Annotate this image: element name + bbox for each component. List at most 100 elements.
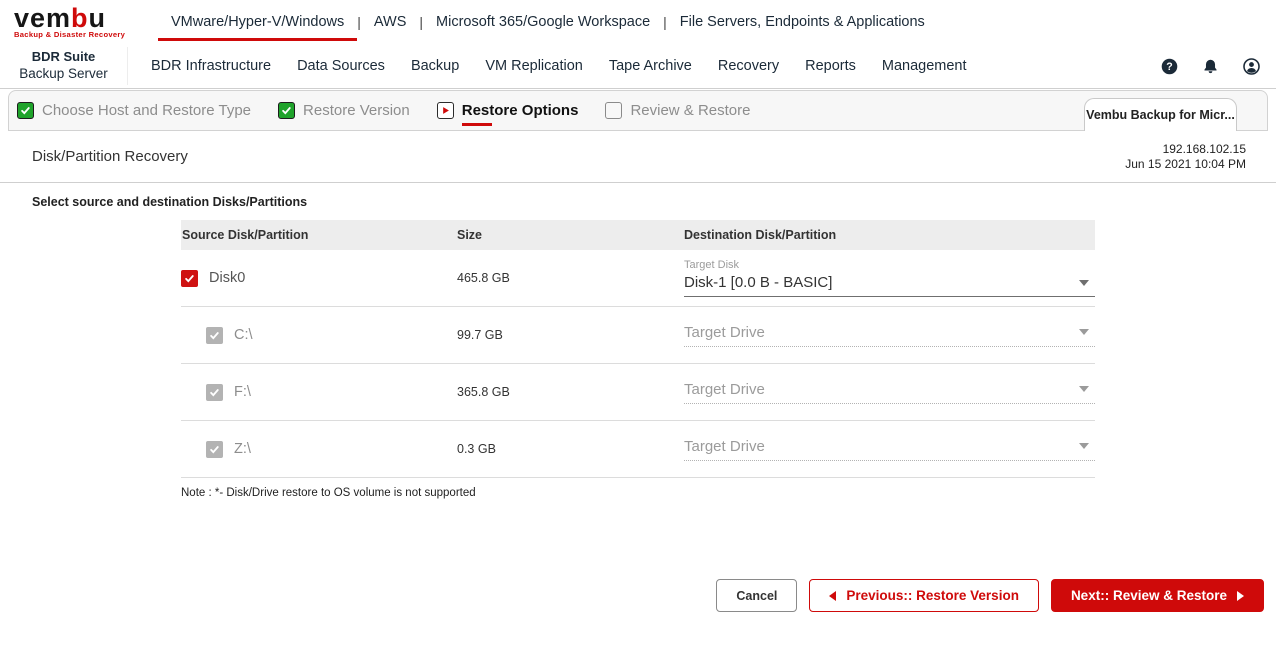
column-header-size: Size: [457, 228, 483, 242]
wizard-step-label: Review & Restore: [630, 101, 751, 119]
suite-block[interactable]: BDR Suite Backup Server: [0, 47, 128, 85]
content: Select source and destination Disks/Part…: [0, 195, 1276, 619]
destination-cell: Target Drive: [684, 438, 1095, 461]
table-header: Source Disk/Partition Size Destination D…: [181, 220, 1095, 250]
disk-name: Disk0: [209, 270, 246, 286]
app-bar: BDR Suite Backup Server BDR Infrastructu…: [0, 44, 1276, 89]
svg-text:?: ?: [1166, 61, 1172, 73]
wizard-steps: Choose Host and Restore Type Restore Vers…: [17, 101, 777, 126]
wizard-step-choose-host-and-restore-type[interactable]: Choose Host and Restore Type: [17, 102, 251, 120]
menu-item-reports[interactable]: Reports: [792, 58, 869, 74]
target-select-label: Target Disk: [684, 259, 740, 271]
size-cell: 99.7 GB: [457, 326, 684, 344]
step-check-icon: [17, 102, 34, 119]
table-row: C:\ 99.7 GB Target Drive: [181, 307, 1095, 364]
target-select: Target Drive: [684, 438, 1095, 461]
suite-title: BDR Suite: [31, 49, 96, 65]
timestamp: Jun 15 2021 10:04 PM: [1125, 156, 1246, 171]
wizard-step-label: Choose Host and Restore Type: [42, 101, 252, 119]
section-heading: Select source and destination Disks/Part…: [32, 195, 308, 209]
wizard-step-label: Restore Version: [303, 101, 410, 119]
chevron-down-icon: [1079, 386, 1089, 392]
menu-item-tape-archive[interactable]: Tape Archive: [596, 58, 705, 74]
column-header-destination: Destination Disk/Partition: [684, 228, 837, 242]
source-cell: F:\: [181, 383, 457, 401]
chevron-down-icon: [1079, 329, 1089, 335]
notifications-icon[interactable]: [1202, 58, 1219, 75]
wizard-step-review-restore[interactable]: Review & Restore: [605, 102, 750, 120]
row-checkbox: [206, 383, 223, 401]
previous-button[interactable]: Previous:: Restore Version: [809, 579, 1039, 612]
chevron-down-icon: [1079, 279, 1089, 286]
wizard-step-restore-version[interactable]: Restore Version: [278, 102, 410, 120]
row-checkbox[interactable]: [181, 269, 198, 287]
product-bar: vembu Backup & Disaster Recovery VMware/…: [0, 0, 1276, 44]
source-cell: Disk0: [181, 269, 457, 287]
target-select-value: Disk-1 [0.0 B - BASIC]: [684, 274, 833, 291]
menu-item-backup[interactable]: Backup: [398, 58, 472, 74]
product-tab-vmware-hyper-v-windows[interactable]: VMware/Hyper-V/Windows: [158, 0, 358, 44]
chevron-down-icon: [1079, 443, 1089, 449]
source-cell: C:\: [181, 326, 457, 344]
menu-item-vm-replication[interactable]: VM Replication: [472, 58, 596, 74]
table-row: F:\ 365.8 GB Target Drive: [181, 364, 1095, 421]
disk-size: 465.8 GB: [457, 271, 510, 285]
suite-subtitle: Backup Server: [19, 65, 108, 81]
wizard-bar: Choose Host and Restore Type Restore Vers…: [8, 90, 1268, 131]
footer-actions: Cancel Previous:: Restore Version Next::…: [716, 579, 1264, 612]
page-title: Disk/Partition Recovery: [32, 148, 188, 165]
disk-size: 365.8 GB: [457, 385, 510, 399]
appbar-icons: ?: [1161, 57, 1260, 75]
column-header-source: Source Disk/Partition: [182, 228, 309, 242]
disk-name: C:\: [234, 327, 253, 343]
target-select: Target Drive: [684, 381, 1095, 404]
source-cell: Z:\: [181, 440, 457, 458]
vembu-wordmark: vembu: [14, 2, 107, 33]
product-tab-microsoft-365-google-workspace[interactable]: Microsoft 365/Google Workspace: [423, 0, 663, 44]
note-text: Note : *- Disk/Drive restore to OS volum…: [181, 487, 476, 499]
row-checkbox: [206, 326, 223, 344]
disk-name: F:\: [234, 384, 251, 400]
menu-item-bdr-infrastructure[interactable]: BDR Infrastructure: [138, 58, 284, 74]
app-menu: BDR Infrastructure Data Sources Backup VM R…: [138, 58, 980, 74]
size-cell: 465.8 GB: [457, 269, 684, 287]
target-select[interactable]: Disk-1 [0.0 B - BASIC]: [684, 274, 1095, 297]
target-select-value: Target Drive: [684, 323, 765, 341]
vembu-logo[interactable]: vembu Backup & Disaster Recovery: [14, 2, 132, 39]
menu-item-management[interactable]: Management: [869, 58, 980, 74]
product-tab-aws[interactable]: AWS: [361, 0, 420, 44]
host-ip: 192.168.102.15: [1162, 141, 1246, 156]
previous-button-label: Previous:: Restore Version: [846, 588, 1019, 603]
wizard-step-label: Restore Options: [461, 101, 579, 126]
wizard-step-restore-options[interactable]: Restore Options: [436, 101, 579, 126]
next-button-label: Next:: Review & Restore: [1070, 588, 1227, 603]
size-cell: 0.3 GB: [457, 440, 684, 458]
table-row: Z:\ 0.3 GB Target Drive: [181, 421, 1095, 478]
disk-size: 0.3 GB: [457, 442, 496, 456]
product-tab-file-servers-endpoints-applications[interactable]: File Servers, Endpoints & Applications: [667, 0, 938, 44]
destination-cell: Target Disk Disk-1 [0.0 B - BASIC]: [684, 259, 1095, 297]
arrow-right-icon: [1237, 590, 1244, 601]
size-cell: 365.8 GB: [457, 383, 684, 401]
row-checkbox: [206, 440, 223, 458]
disk-table: Source Disk/Partition Size Destination D…: [181, 220, 1095, 478]
table-rows: Disk0 465.8 GB Target Disk Disk-1 [0.0 B - …: [181, 250, 1095, 478]
host-info: 192.168.102.15 Jun 15 2021 10:04 PM: [1125, 142, 1246, 172]
next-button[interactable]: Next:: Review & Restore: [1050, 579, 1264, 612]
step-empty-icon: [605, 102, 623, 119]
target-select: Target Drive: [684, 324, 1095, 347]
brand-tagline: Backup & Disaster Recovery: [14, 29, 126, 39]
arrow-left-icon: [829, 590, 837, 601]
menu-item-recovery[interactable]: Recovery: [705, 58, 792, 74]
target-select-value: Target Drive: [684, 437, 765, 455]
destination-cell: Target Drive: [684, 381, 1095, 404]
account-icon[interactable]: [1243, 57, 1260, 75]
disk-name: Z:\: [234, 441, 251, 457]
cancel-button[interactable]: Cancel: [716, 579, 798, 612]
menu-item-data-sources[interactable]: Data Sources: [284, 58, 398, 74]
context-tab[interactable]: Vembu Backup for Micr...: [1084, 98, 1237, 131]
product-nav: VMware/Hyper-V/Windows | AWS | Microsoft 365…: [158, 0, 938, 44]
title-bar: Disk/Partition Recovery 192.168.102.15 J…: [0, 131, 1276, 183]
help-icon[interactable]: ?: [1161, 58, 1178, 75]
step-play-icon: [436, 102, 454, 119]
